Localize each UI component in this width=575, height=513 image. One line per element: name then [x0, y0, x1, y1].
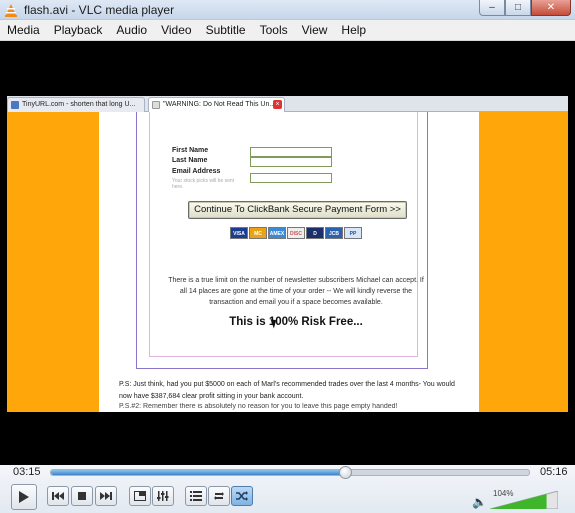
video-tab-warning: "WARNING: Do Not Read This Un... × — [148, 97, 285, 112]
menu-tools[interactable]: Tools — [253, 20, 295, 41]
video-area[interactable]: TinyURL.com - shorten that long U... "WA… — [0, 41, 575, 465]
tab-label: TinyURL.com - shorten that long U... — [22, 101, 136, 108]
loop-button[interactable] — [208, 486, 230, 506]
maximize-button[interactable]: □ — [505, 0, 531, 16]
seek-bar[interactable] — [50, 466, 530, 479]
fullscreen-button[interactable] — [129, 486, 151, 506]
ps2-text: P.S.#2: Remember there is absolutely no … — [119, 403, 398, 410]
menu-bar: Media Playback Audio Video Subtitle Tool… — [0, 20, 575, 41]
loop-icon — [214, 492, 224, 500]
last-name-label: Last Name — [172, 157, 208, 164]
menu-subtitle[interactable]: Subtitle — [199, 20, 253, 41]
email-note: Your stock picks will be sent here. — [172, 178, 235, 190]
total-time: 05:16 — [540, 466, 568, 478]
vlc-cone-icon — [5, 4, 17, 17]
tab-label: "WARNING: Do Not Read This Un... — [163, 101, 276, 108]
menu-audio[interactable]: Audio — [109, 20, 154, 41]
shuffle-icon — [236, 491, 248, 501]
menu-help[interactable]: Help — [334, 20, 373, 41]
video-browser-tabstrip: TinyURL.com - shorten that long U... "WA… — [7, 96, 568, 112]
fullscreen-icon — [134, 491, 146, 501]
page-content-column: First Name Last Name Email Address Your … — [99, 112, 479, 412]
close-icon: ✕ — [546, 2, 556, 13]
controls-panel: 03:15 05:16 � — [0, 465, 575, 513]
maximize-icon: □ — [514, 2, 522, 13]
first-name-label: First Name — [172, 147, 209, 154]
tab-close-icon: × — [273, 100, 282, 109]
elapsed-time: 03:15 — [13, 466, 41, 478]
volume-percent: 104% — [493, 489, 514, 498]
stop-icon — [78, 492, 86, 500]
menu-video[interactable]: Video — [154, 20, 198, 41]
amex-icon: AMEX — [268, 227, 286, 239]
playlist-button[interactable] — [185, 486, 207, 506]
diners-icon: D — [306, 227, 324, 239]
video-webpage: First Name Last Name Email Address Your … — [7, 112, 568, 412]
minimize-icon: – — [489, 2, 495, 13]
first-name-field — [250, 147, 332, 157]
mastercard-icon: MC — [249, 227, 267, 239]
window-title: flash.avi - VLC media player — [24, 3, 175, 17]
extended-settings-button[interactable] — [152, 486, 174, 506]
equalizer-icon — [157, 491, 169, 501]
vlc-window: flash.avi - VLC media player – □ ✕ Media… — [0, 0, 575, 513]
subscriber-limit-text: There is a true limit on the number of n… — [168, 277, 424, 306]
video-tab-tinyurl: TinyURL.com - shorten that long U... — [7, 97, 145, 112]
previous-icon — [52, 492, 64, 500]
email-label: Email Address — [172, 168, 221, 175]
menu-media[interactable]: Media — [0, 20, 47, 41]
continue-payment-button: Continue To ClickBank Secure Payment For… — [188, 201, 407, 219]
speaker-icon[interactable]: 🔈 — [472, 495, 487, 509]
next-button[interactable] — [95, 486, 117, 506]
ps-text: P.S: Just think, had you put $5000 on ea… — [119, 381, 455, 400]
risk-free-heading: This is 100% Risk Free... — [229, 316, 363, 328]
play-icon — [19, 491, 29, 503]
title-bar: flash.avi - VLC media player – □ ✕ — [0, 0, 575, 20]
payment-card-logos: VISA MC AMEX DISC D JCB PP — [230, 227, 362, 239]
previous-button[interactable] — [47, 486, 69, 506]
minimize-button[interactable]: – — [479, 0, 505, 16]
stop-button[interactable] — [71, 486, 93, 506]
email-field — [250, 173, 332, 183]
menu-playback[interactable]: Playback — [47, 20, 110, 41]
next-icon — [100, 492, 112, 500]
seek-progress — [51, 470, 346, 475]
random-button[interactable] — [231, 486, 253, 506]
seek-handle[interactable] — [338, 466, 352, 479]
menu-view[interactable]: View — [295, 20, 335, 41]
page-favicon-icon — [152, 101, 160, 109]
last-name-field — [250, 157, 332, 167]
jcb-icon: JCB — [325, 227, 343, 239]
playlist-icon — [190, 491, 202, 501]
discover-icon: DISC — [287, 227, 305, 239]
close-button[interactable]: ✕ — [531, 0, 571, 16]
paypal-icon: PP — [344, 227, 362, 239]
play-button[interactable] — [11, 484, 37, 510]
tinyurl-favicon-icon — [11, 101, 19, 109]
window-controls: – □ ✕ — [479, 0, 571, 18]
visa-icon: VISA — [230, 227, 248, 239]
